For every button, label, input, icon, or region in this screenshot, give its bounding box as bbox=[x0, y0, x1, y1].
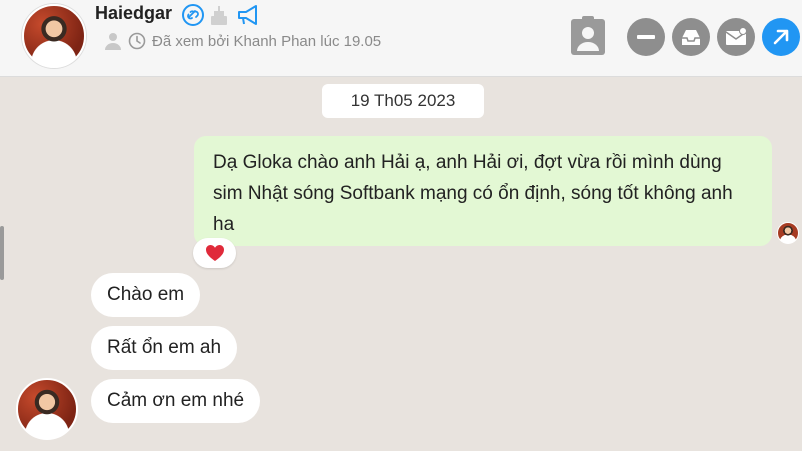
email-button[interactable] bbox=[717, 18, 755, 56]
date-separator: 19 Th05 2023 bbox=[322, 84, 484, 118]
email-icon bbox=[725, 27, 747, 45]
verified-link-icon[interactable] bbox=[181, 3, 205, 27]
seen-status-text: Đã xem bởi Khanh Phan lúc 19.05 bbox=[152, 32, 382, 50]
contact-card-icon[interactable] bbox=[569, 15, 607, 57]
contact-message-avatar[interactable] bbox=[16, 378, 78, 440]
megaphone-icon[interactable] bbox=[236, 3, 262, 27]
inbox-button[interactable] bbox=[672, 18, 710, 56]
open-conversation-button[interactable] bbox=[762, 18, 800, 56]
sender-avatar bbox=[777, 222, 799, 244]
minus-icon bbox=[637, 35, 655, 39]
incoming-message[interactable]: Cảm ơn em nhé bbox=[91, 379, 261, 423]
message-reaction[interactable] bbox=[193, 238, 236, 268]
chat-header: Haiedgar Đã xem bởi Khanh Phan lúc 19.05 bbox=[0, 0, 802, 77]
incoming-message[interactable]: Chào em bbox=[91, 273, 201, 317]
open-arrow-icon bbox=[773, 29, 789, 45]
seen-status-row: Đã xem bởi Khanh Phan lúc 19.05 bbox=[104, 32, 381, 50]
incoming-message[interactable]: Rất ổn em ah bbox=[91, 326, 238, 370]
inbox-icon bbox=[682, 30, 700, 45]
scrollbar-handle[interactable] bbox=[0, 226, 4, 280]
outgoing-message[interactable]: Dạ Gloka chào anh Hải ạ, anh Hải ơi, đợt… bbox=[194, 136, 772, 246]
contact-avatar[interactable] bbox=[22, 4, 86, 68]
heart-icon bbox=[205, 245, 224, 261]
person-icon bbox=[105, 33, 121, 50]
minus-button[interactable] bbox=[627, 18, 665, 56]
contact-name[interactable]: Haiedgar bbox=[95, 3, 172, 24]
clock-icon bbox=[128, 32, 146, 50]
birthday-cake-icon bbox=[211, 6, 227, 25]
